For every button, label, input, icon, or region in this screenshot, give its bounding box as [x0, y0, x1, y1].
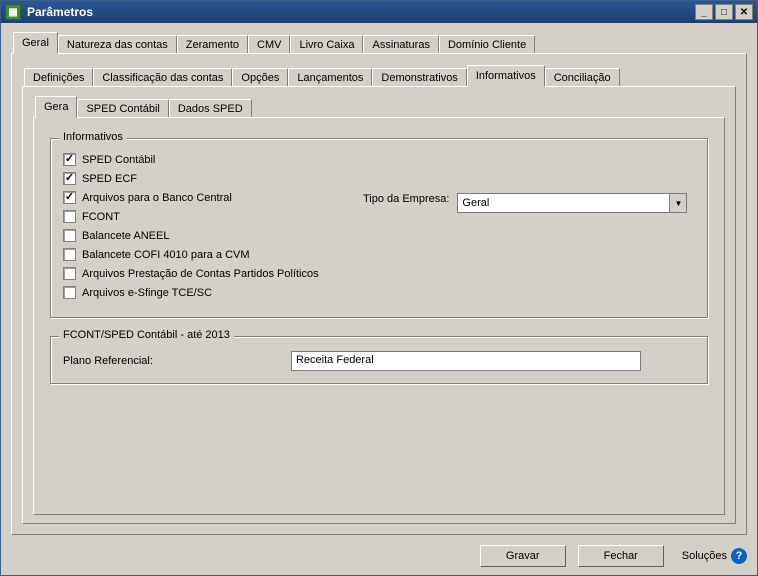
button-bar: Gravar Fechar Soluções ?	[11, 545, 747, 567]
check-prestacao-contas-partidos[interactable]	[63, 267, 76, 280]
tab-geral[interactable]: Geral	[13, 32, 58, 54]
window-title: Parâmetros	[27, 5, 93, 19]
group-fcont-sped-title: FCONT/SPED Contábil - até 2013	[59, 329, 234, 341]
close-button[interactable]: ✕	[735, 4, 753, 20]
check-arquivos-banco-central[interactable]: ✓	[63, 191, 76, 204]
titlebar: ▦ Parâmetros _ □ ✕	[1, 1, 757, 23]
group-informativos: Informativos ✓ SPED Contábil ✓ SPED ECF	[50, 138, 708, 318]
tabs-level2: Definições Classificação das contas Opçõ…	[24, 64, 736, 86]
check-fcont[interactable]	[63, 210, 76, 223]
plano-referencial-input[interactable]: Receita Federal	[291, 351, 641, 371]
tab-cmv[interactable]: CMV	[248, 35, 290, 54]
check-esfinge-tce-label: Arquivos e-Sfinge TCE/SC	[82, 287, 212, 299]
tab-conciliacao[interactable]: Conciliação	[545, 68, 620, 87]
tab-informativos[interactable]: Informativos	[467, 65, 545, 87]
tipo-empresa-label: Tipo da Empresa:	[363, 193, 449, 205]
maximize-button[interactable]: □	[715, 4, 733, 20]
tab-panel-level3: Informativos ✓ SPED Contábil ✓ SPED ECF	[33, 117, 725, 515]
fechar-button[interactable]: Fechar	[578, 545, 664, 567]
check-fcont-label: FCONT	[82, 211, 120, 223]
app-window: ▦ Parâmetros _ □ ✕ Geral Natureza das co…	[0, 0, 758, 576]
tipo-empresa-combo[interactable]: Geral ▼	[457, 193, 687, 213]
tab-opcoes[interactable]: Opções	[232, 68, 288, 87]
tab-assinaturas[interactable]: Assinaturas	[363, 35, 438, 54]
client-area: Geral Natureza das contas Zeramento CMV …	[1, 23, 757, 575]
check-sped-ecf-label: SPED ECF	[82, 173, 137, 185]
group-fcont-sped: FCONT/SPED Contábil - até 2013 Plano Ref…	[50, 336, 708, 384]
tab-demonstrativos[interactable]: Demonstrativos	[372, 68, 466, 87]
plano-referencial-label: Plano Referencial:	[63, 355, 283, 367]
check-sped-contabil[interactable]: ✓	[63, 153, 76, 166]
tab-zeramento[interactable]: Zeramento	[177, 35, 248, 54]
tipo-empresa-value: Geral	[458, 195, 669, 211]
chevron-down-icon[interactable]: ▼	[669, 194, 686, 212]
tab-classificacao-contas[interactable]: Classificação das contas	[93, 68, 232, 87]
tab-livro-caixa[interactable]: Livro Caixa	[290, 35, 363, 54]
check-arquivos-banco-central-label: Arquivos para o Banco Central	[82, 192, 232, 204]
gravar-button[interactable]: Gravar	[480, 545, 566, 567]
tab-gera[interactable]: Gera	[35, 96, 77, 118]
tab-panel-level1: Definições Classificação das contas Opçõ…	[11, 53, 747, 535]
plano-referencial-value: Receita Federal	[296, 354, 374, 366]
tab-dados-sped[interactable]: Dados SPED	[169, 99, 252, 118]
check-balancete-cofi-label: Balancete COFI 4010 para a CVM	[82, 249, 250, 261]
solucoes-label: Soluções	[682, 550, 727, 562]
check-balancete-aneel[interactable]	[63, 229, 76, 242]
tab-dominio-cliente[interactable]: Domínio Cliente	[439, 35, 535, 54]
solucoes-link[interactable]: Soluções ?	[682, 548, 747, 564]
tab-panel-level2: Gera SPED Contábil Dados SPED Informativ…	[22, 86, 736, 524]
minimize-button[interactable]: _	[695, 4, 713, 20]
check-sped-contabil-label: SPED Contábil	[82, 154, 155, 166]
tabs-level3: Gera SPED Contábil Dados SPED	[35, 95, 725, 117]
check-esfinge-tce[interactable]	[63, 286, 76, 299]
check-balancete-aneel-label: Balancete ANEEL	[82, 230, 169, 242]
group-informativos-title: Informativos	[59, 131, 127, 143]
help-icon: ?	[731, 548, 747, 564]
tab-lancamentos[interactable]: Lançamentos	[288, 68, 372, 87]
tabs-level1: Geral Natureza das contas Zeramento CMV …	[13, 31, 747, 53]
check-balancete-cofi[interactable]	[63, 248, 76, 261]
tab-definicoes[interactable]: Definições	[24, 68, 93, 87]
tab-sped-contabil[interactable]: SPED Contábil	[77, 99, 168, 118]
check-prestacao-contas-partidos-label: Arquivos Prestação de Contas Partidos Po…	[82, 268, 319, 280]
app-icon: ▦	[5, 4, 21, 20]
tab-natureza-contas[interactable]: Natureza das contas	[58, 35, 177, 54]
check-sped-ecf[interactable]: ✓	[63, 172, 76, 185]
